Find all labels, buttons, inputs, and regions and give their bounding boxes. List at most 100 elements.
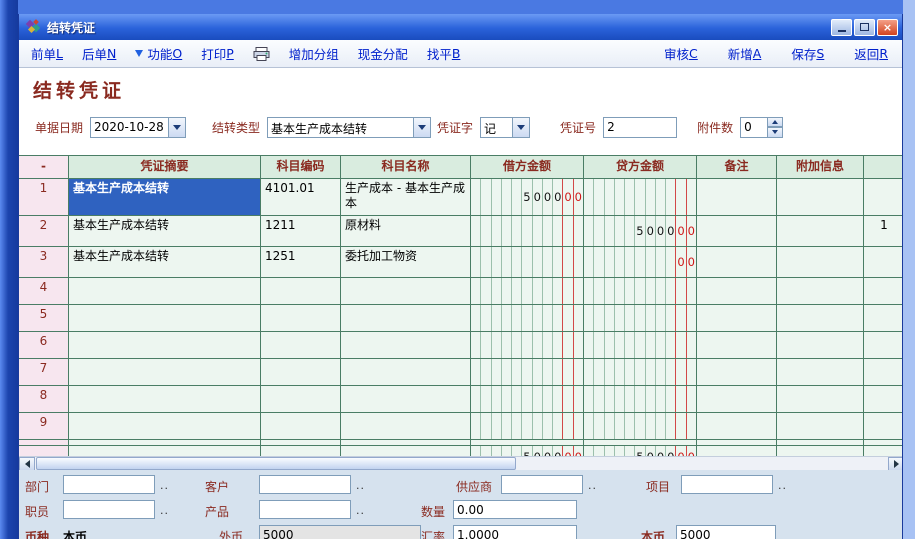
transfer-type-select[interactable]: 基本生产成本结转 [267, 117, 431, 138]
summary-cell[interactable] [69, 305, 261, 331]
partial-cell[interactable]: 1 [864, 216, 902, 246]
row-number[interactable]: 8 [19, 386, 69, 412]
supplier-input[interactable] [501, 475, 583, 494]
partial-cell[interactable] [864, 247, 902, 277]
extra-info-cell[interactable] [777, 305, 864, 331]
row-number[interactable]: 9 [19, 413, 69, 439]
voucher-number-input[interactable] [603, 117, 677, 138]
toolbar-functions[interactable]: 功能O [135, 44, 182, 63]
product-input[interactable] [259, 500, 351, 519]
partial-cell[interactable] [864, 332, 902, 358]
note-cell[interactable] [697, 359, 777, 385]
account-name-cell[interactable] [341, 332, 471, 358]
extra-info-cell[interactable] [777, 216, 864, 246]
row-number[interactable]: 5 [19, 305, 69, 331]
credit-amount-cell[interactable] [584, 278, 697, 304]
restore-button[interactable] [854, 19, 875, 36]
toolbar-printer-icon-button[interactable] [253, 47, 270, 61]
attachment-count-stepper[interactable] [740, 117, 783, 138]
row-number[interactable]: 6 [19, 332, 69, 358]
partial-cell[interactable] [864, 305, 902, 331]
exchange-rate-input[interactable] [453, 525, 577, 539]
account-name-cell[interactable]: 委托加工物资 [341, 247, 471, 277]
summary-cell[interactable] [69, 332, 261, 358]
summary-cell[interactable]: 基本生产成本结转 [69, 216, 261, 246]
summary-cell[interactable] [69, 386, 261, 412]
account-code-cell[interactable]: 4101.01 [261, 179, 341, 215]
partial-cell[interactable] [864, 359, 902, 385]
debit-amount-cell[interactable] [471, 216, 584, 246]
credit-amount-cell[interactable] [584, 179, 697, 215]
credit-amount-cell[interactable] [584, 386, 697, 412]
account-code-cell[interactable] [261, 305, 341, 331]
toolbar-cash-allocate[interactable]: 现金分配 [358, 44, 408, 63]
credit-amount-cell[interactable] [584, 359, 697, 385]
note-cell[interactable] [697, 332, 777, 358]
credit-amount-cell[interactable]: 00 [584, 247, 697, 277]
summary-cell[interactable]: 基本生产成本结转 [69, 247, 261, 277]
partial-cell[interactable] [864, 278, 902, 304]
toolbar-return[interactable]: 返回R [854, 44, 888, 63]
note-cell[interactable] [697, 247, 777, 277]
toolbar-next-doc[interactable]: 后单N [82, 44, 116, 63]
extra-info-cell[interactable] [777, 278, 864, 304]
account-code-cell[interactable] [261, 278, 341, 304]
account-name-cell[interactable] [341, 386, 471, 412]
extra-info-cell[interactable] [777, 386, 864, 412]
account-name-cell[interactable]: 生产成本 - 基本生产成本 [341, 179, 471, 215]
foreign-currency-input[interactable] [259, 525, 421, 539]
toolbar-save[interactable]: 保存S [791, 44, 824, 63]
header-debit[interactable]: 借方金额 [471, 156, 584, 178]
calendar-dropdown-icon[interactable] [168, 118, 185, 137]
minimize-button[interactable] [831, 19, 852, 36]
row-number[interactable]: 3 [19, 247, 69, 277]
debit-amount-cell[interactable] [471, 305, 584, 331]
toolbar-prev-doc[interactable]: 前单L [31, 44, 63, 63]
project-input[interactable] [681, 475, 773, 494]
project-browse-button[interactable]: .. [778, 479, 787, 492]
toolbar-print[interactable]: 打印P [201, 44, 234, 63]
account-name-cell[interactable] [341, 413, 471, 439]
debit-amount-cell[interactable] [471, 332, 584, 358]
note-cell[interactable] [697, 179, 777, 215]
toolbar-audit[interactable]: 审核C [664, 44, 698, 63]
extra-info-cell[interactable] [777, 332, 864, 358]
header-partial[interactable] [864, 156, 902, 178]
note-cell[interactable] [697, 278, 777, 304]
summary-cell[interactable] [69, 413, 261, 439]
header-summary[interactable]: 凭证摘要 [69, 156, 261, 178]
debit-amount-cell[interactable] [471, 386, 584, 412]
attachment-count-input[interactable] [740, 117, 768, 138]
header-note[interactable]: 备注 [697, 156, 777, 178]
product-browse-button[interactable]: .. [356, 504, 365, 517]
credit-amount-cell[interactable] [584, 305, 697, 331]
account-code-cell[interactable] [261, 413, 341, 439]
voucher-word-select[interactable]: 记 [480, 117, 530, 138]
header-account-name[interactable]: 科目名称 [341, 156, 471, 178]
staff-browse-button[interactable]: .. [160, 504, 169, 517]
row-number[interactable]: 7 [19, 359, 69, 385]
credit-amount-cell[interactable] [584, 413, 697, 439]
account-code-cell[interactable]: 1211 [261, 216, 341, 246]
dept-input[interactable] [63, 475, 155, 494]
toolbar-new[interactable]: 新增A [728, 44, 762, 63]
titlebar[interactable]: 结转凭证 × [19, 14, 902, 40]
header-row-number[interactable]: - [19, 156, 69, 178]
toolbar-balance[interactable]: 找平B [427, 44, 461, 63]
credit-amount-cell[interactable] [584, 332, 697, 358]
account-code-cell[interactable] [261, 386, 341, 412]
account-code-cell[interactable] [261, 359, 341, 385]
spin-up-icon[interactable] [768, 117, 783, 128]
date-picker[interactable]: 2020-10-28 [90, 117, 186, 138]
account-name-cell[interactable]: 原材料 [341, 216, 471, 246]
partial-cell[interactable] [864, 386, 902, 412]
staff-input[interactable] [63, 500, 155, 519]
customer-browse-button[interactable]: .. [356, 479, 365, 492]
partial-cell[interactable] [864, 413, 902, 439]
scroll-right-icon[interactable] [888, 457, 902, 471]
debit-amount-cell[interactable] [471, 278, 584, 304]
account-name-cell[interactable] [341, 278, 471, 304]
supplier-browse-button[interactable]: .. [588, 479, 597, 492]
dept-browse-button[interactable]: .. [160, 479, 169, 492]
note-cell[interactable] [697, 305, 777, 331]
